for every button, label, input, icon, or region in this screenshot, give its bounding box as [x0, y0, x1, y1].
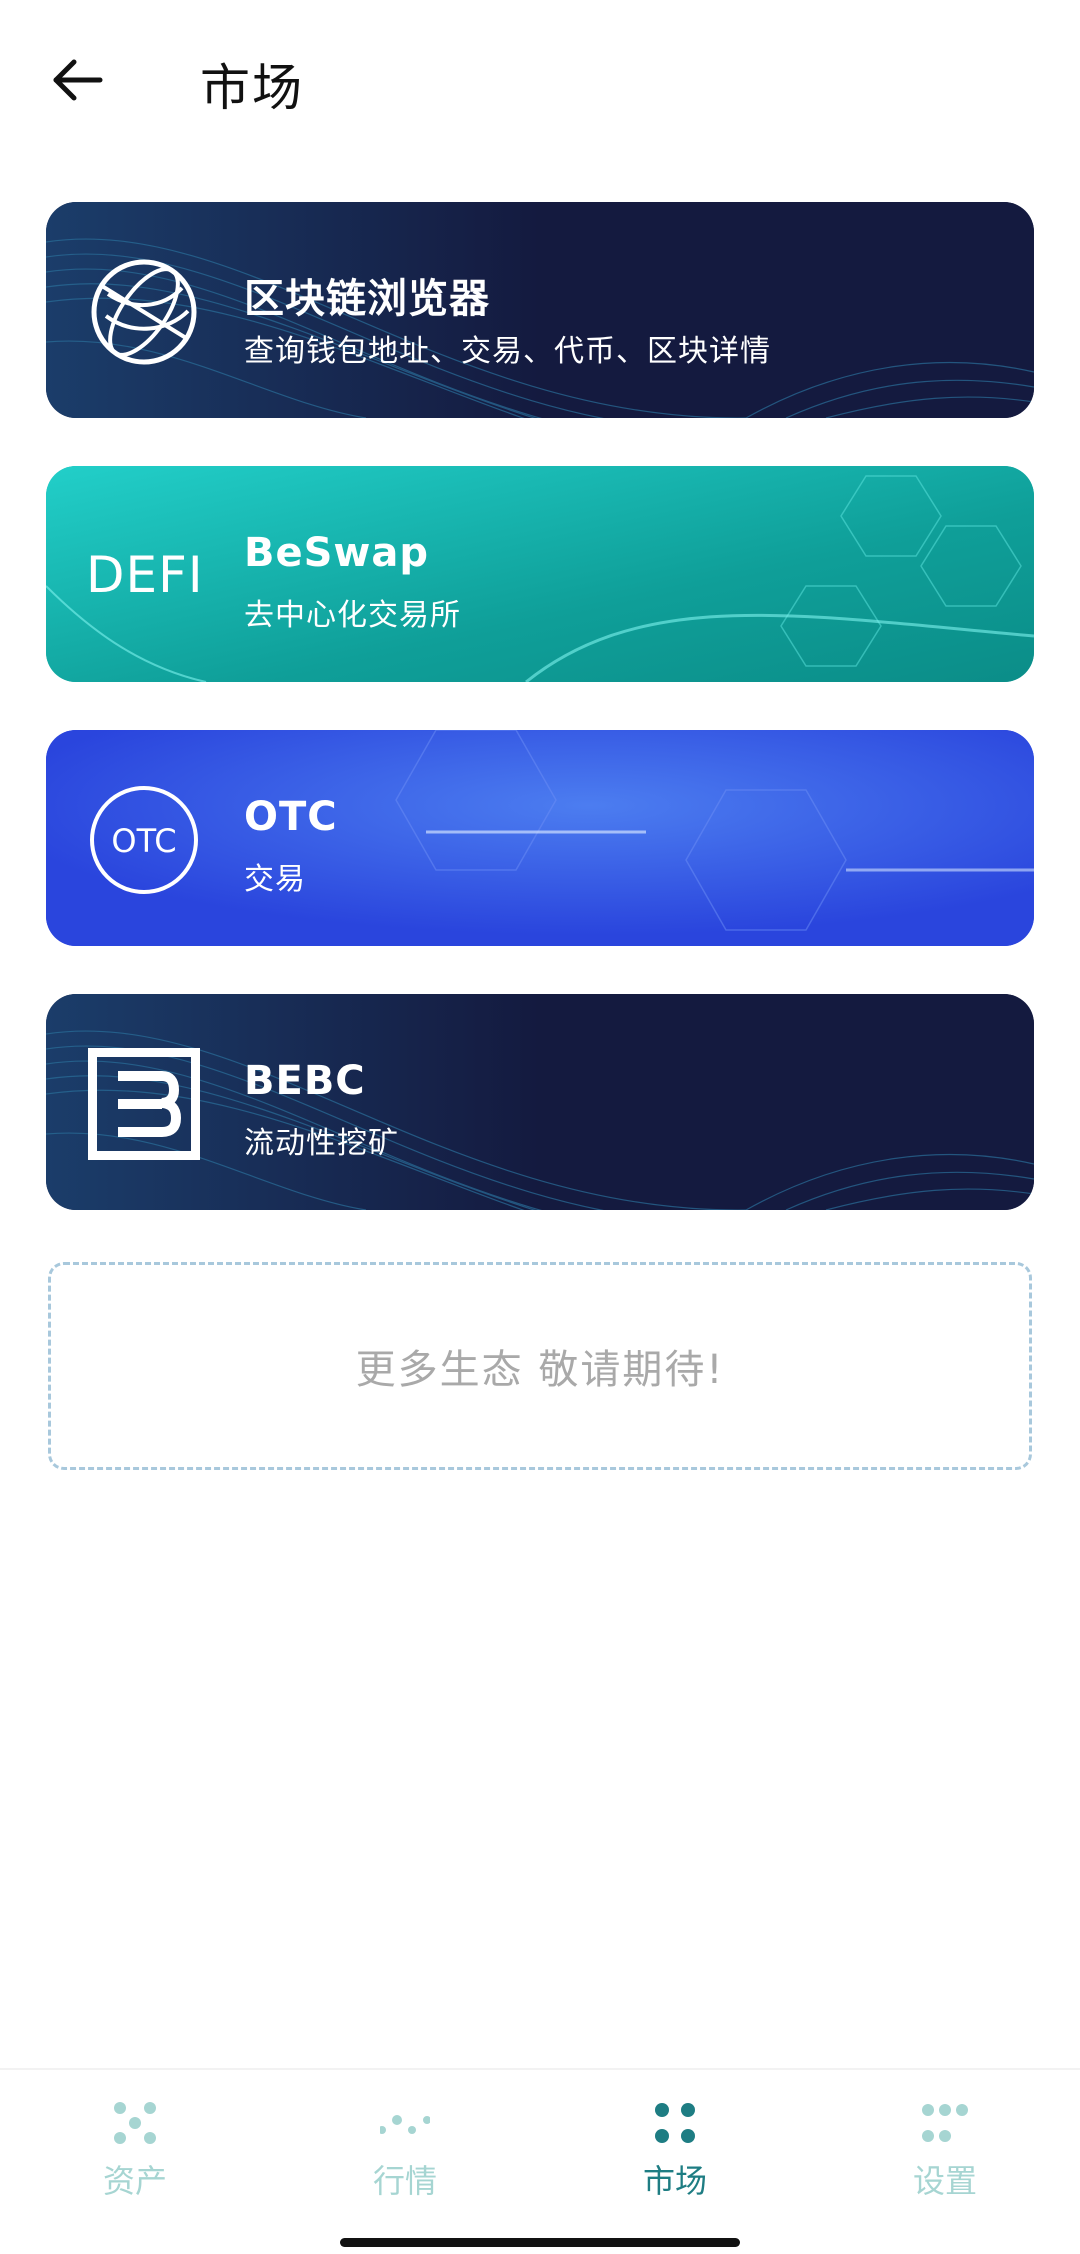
settings-dots-icon [922, 2104, 968, 2142]
assets-dots-icon [114, 2102, 156, 2144]
more-ecosystem-text: 更多生态 敬请期待! [355, 1347, 725, 1393]
home-indicator[interactable] [340, 2238, 740, 2247]
otc-badge-icon: OTC [90, 786, 198, 894]
card-subtitle: 查询钱包地址、交易、代币、区块详情 [244, 334, 771, 369]
market-dots-icon [380, 2115, 430, 2134]
card-title: OTC [244, 794, 338, 840]
nav-label: 行情 [372, 2162, 437, 2200]
bottom-nav: 资产 行情 市场 设置 [0, 2068, 1080, 2254]
market-grid-icon [655, 2103, 695, 2143]
card-title: 区块链浏览器 [244, 276, 490, 322]
nav-item-assets[interactable]: 资产 [60, 2098, 210, 2208]
bebc-logo-icon [88, 1048, 200, 1160]
card-title: BeSwap [244, 530, 430, 576]
page-title: 市场 [200, 59, 304, 117]
globe-icon [91, 259, 197, 365]
card-subtitle: 流动性挖矿 [244, 1126, 399, 1161]
more-ecosystem-placeholder: 更多生态 敬请期待! [48, 1262, 1032, 1470]
card-bebc[interactable]: BEBC 流动性挖矿 [46, 994, 1034, 1210]
back-button[interactable] [48, 50, 108, 110]
nav-label: 资产 [102, 2162, 167, 2200]
arrow-left-icon [53, 59, 103, 101]
card-subtitle: 交易 [244, 862, 306, 897]
card-title: BEBC [244, 1058, 366, 1104]
card-subtitle: 去中心化交易所 [244, 598, 461, 633]
nav-item-quotes[interactable]: 行情 [330, 2098, 480, 2208]
card-blockchain-explorer[interactable]: 区块链浏览器 查询钱包地址、交易、代币、区块详情 [46, 202, 1034, 418]
nav-label: 设置 [912, 2162, 977, 2200]
nav-item-settings[interactable]: 设置 [870, 2098, 1020, 2208]
nav-item-market[interactable]: 市场 [600, 2098, 750, 2208]
nav-label: 市场 [642, 2162, 707, 2200]
card-otc[interactable]: OTC OTC 交易 [46, 730, 1034, 946]
card-beswap[interactable]: DEFI BeSwap 去中心化交易所 [46, 466, 1034, 682]
svg-text:OTC: OTC [111, 822, 176, 860]
header-bar: 市场 [0, 0, 1080, 170]
defi-logo: DEFI [86, 546, 204, 604]
